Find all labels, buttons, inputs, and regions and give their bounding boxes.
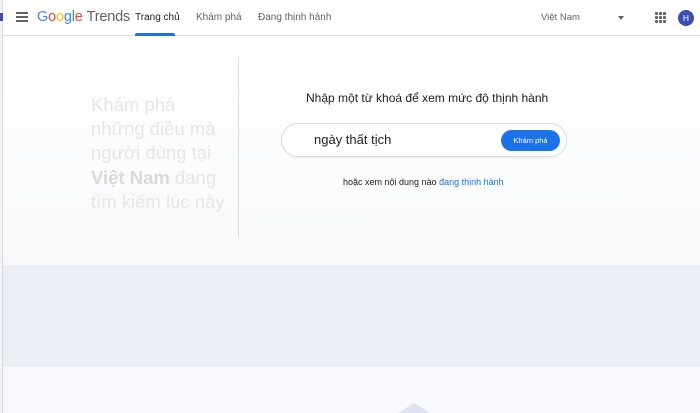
- alt-text: hoặc xem nội dung nào: [343, 177, 437, 187]
- chevron-down-icon[interactable]: [618, 16, 624, 20]
- tagline-country: Việt Nam: [91, 166, 170, 188]
- tab-home[interactable]: Trang chủ: [135, 12, 180, 23]
- trending-link[interactable]: đang thịnh hành: [439, 177, 504, 187]
- top-app-bar: Google Trends Trang chủ Khám phá Đang thị…: [3, 0, 700, 36]
- account-avatar[interactable]: H: [678, 10, 694, 26]
- explore-button[interactable]: Khám phá: [501, 130, 560, 151]
- google-trends-logo[interactable]: Google Trends: [37, 9, 130, 25]
- decorative-peak: [398, 403, 430, 413]
- alt-suggestion: hoặc xem nội dung nào đang thịnh hành: [343, 177, 504, 187]
- apps-grid-icon[interactable]: [655, 12, 666, 23]
- tab-explore[interactable]: Khám phá: [196, 12, 242, 23]
- content-band: [3, 265, 700, 367]
- hamburger-menu-icon[interactable]: [16, 12, 28, 22]
- region-select[interactable]: Việt Nam: [541, 12, 580, 23]
- tab-trending[interactable]: Đang thịnh hành: [258, 12, 331, 23]
- hero-tagline: Khám phá những điều mà người dùng tại Vi…: [91, 93, 231, 214]
- tagline-part-1: Khám phá những điều mà người dùng tại: [91, 94, 216, 164]
- hero-section: Khám phá những điều mà người dùng tại Vi…: [3, 36, 700, 265]
- search-input[interactable]: [314, 132, 494, 147]
- search-prompt: Nhập một từ khoá để xem mức độ thịnh hàn…: [306, 91, 549, 105]
- vertical-divider: [238, 57, 239, 237]
- lower-band: [3, 367, 700, 413]
- search-box: Khám phá: [281, 123, 567, 157]
